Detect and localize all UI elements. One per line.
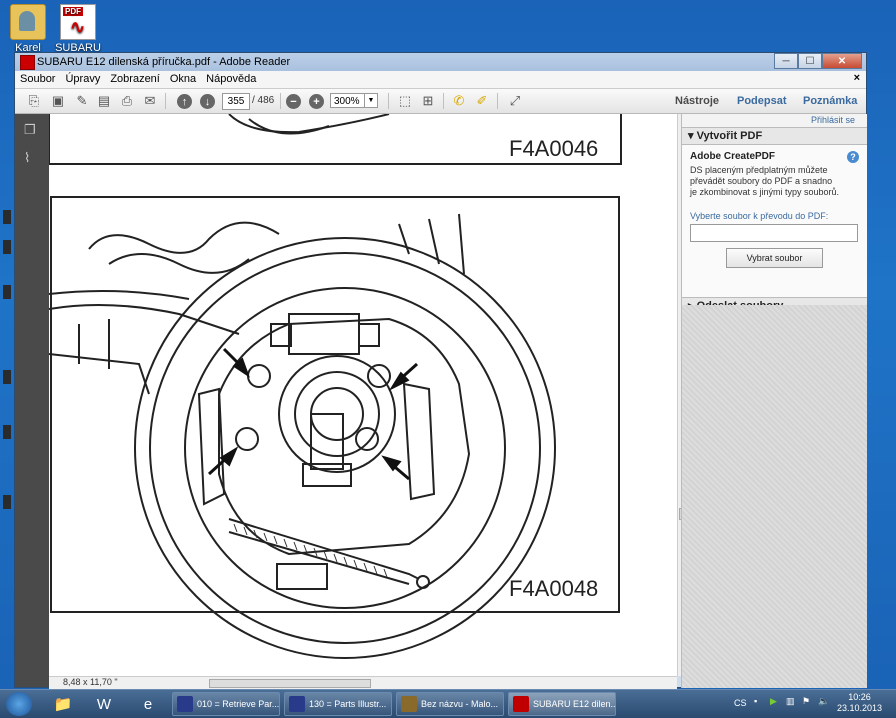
- close-button[interactable]: ✕: [822, 53, 862, 69]
- figure-label-bottom: F4A0048: [509, 576, 598, 601]
- user-folder-icon: [10, 4, 46, 40]
- taskbar: 📁 W e 010 = Retrieve Par... 130 = Parts …: [0, 689, 896, 718]
- flag-icon[interactable]: ⚑: [802, 696, 810, 707]
- horizontal-scrollbar[interactable]: [209, 679, 371, 688]
- page-number-input[interactable]: 355: [222, 93, 250, 110]
- task-adobe-reader[interactable]: SUBARU E12 dilen...: [508, 692, 616, 716]
- tools-pane: Přihlásit se ▾ Vytvořit PDF ? Adobe Crea…: [681, 114, 867, 688]
- select-file-button[interactable]: Vybrat soubor: [726, 248, 823, 268]
- fit-page-icon[interactable]: ⬚: [396, 92, 414, 110]
- volume-icon[interactable]: 🔈: [818, 696, 829, 707]
- desktop-edge-icons: [0, 210, 14, 520]
- chevron-down-icon: ▾: [688, 130, 697, 142]
- chevron-down-icon: ▼: [364, 94, 377, 107]
- adobe-reader-icon: [20, 55, 35, 70]
- previous-page-icon[interactable]: ↑: [177, 94, 192, 109]
- menu-bar: Soubor Úpravy Zobrazení Okna Nápověda ×: [15, 71, 866, 89]
- toolbar: ⎘ ▣ ✎ ▤ ⎙ ✉ ↑ ↓ 355 / 486 − + 300% ▼ ⬚ ⊞…: [15, 89, 866, 114]
- create-pdf-icon[interactable]: ⎘: [25, 92, 43, 110]
- explorer-icon[interactable]: 📁: [45, 692, 81, 716]
- app-icon: [289, 696, 305, 712]
- clock[interactable]: 10:26 23.10.2013: [837, 692, 882, 714]
- attachment-icon[interactable]: ⌇: [24, 150, 38, 165]
- task-retrieve-parts[interactable]: 010 = Retrieve Par...: [172, 692, 280, 716]
- page-total: / 486: [252, 95, 275, 106]
- tray-icon[interactable]: ▪: [754, 696, 757, 706]
- desktop-icon-karel[interactable]: Karel: [0, 4, 56, 54]
- comment-link[interactable]: Poznámka: [803, 95, 857, 107]
- system-tray: CS ▪ ▶ ▥ ⚑ 🔈 10:26 23.10.2013: [726, 690, 896, 718]
- brake-drum-drawing: F4A0046 F4A0048: [49, 114, 622, 659]
- paint-icon: [401, 696, 417, 712]
- title-bar[interactable]: SUBARU E12 dilenská příručka.pdf - Adobe…: [15, 53, 866, 71]
- comment-icon[interactable]: ✆: [450, 92, 468, 110]
- sign-in-link[interactable]: Přihlásit se: [682, 114, 867, 127]
- createpdf-title: Adobe CreatePDF: [690, 151, 776, 162]
- print-icon[interactable]: ⎙: [118, 92, 136, 110]
- nvidia-icon[interactable]: ▶: [770, 696, 777, 707]
- next-page-icon[interactable]: ↓: [200, 94, 215, 109]
- pdf-file-icon: PDF ∿: [60, 4, 96, 40]
- network-icon[interactable]: ▥: [786, 696, 795, 707]
- page-size: 8,48 x 11,70 ": [63, 677, 118, 687]
- edit-icon[interactable]: ✎: [73, 92, 91, 110]
- save-icon[interactable]: ▤: [95, 92, 113, 110]
- document-view[interactable]: F4A0046 F4A0048: [49, 114, 677, 676]
- createpdf-description: DS placeným předplatným můžete převádět …: [690, 165, 840, 197]
- pdf-icon: [513, 696, 529, 712]
- pages-icon[interactable]: ❐: [24, 122, 38, 137]
- minimize-button[interactable]: ─: [774, 53, 798, 69]
- help-icon[interactable]: ?: [847, 151, 859, 163]
- tools-link[interactable]: Nástroje: [675, 95, 719, 107]
- sign-link[interactable]: Podepsat: [737, 95, 787, 107]
- internet-explorer-icon[interactable]: e: [130, 692, 166, 716]
- zoom-select[interactable]: 300% ▼: [330, 93, 378, 108]
- highlight-icon[interactable]: ✐: [473, 92, 491, 110]
- menu-upravy[interactable]: Úpravy: [60, 71, 105, 87]
- email-icon[interactable]: ✉: [141, 92, 159, 110]
- start-button[interactable]: [6, 692, 32, 716]
- file-select-label: Vyberte soubor k převodu do PDF:: [690, 211, 829, 221]
- menu-zobrazeni[interactable]: Zobrazení: [105, 71, 165, 87]
- menu-soubor[interactable]: Soubor: [15, 71, 60, 87]
- zoom-in-icon[interactable]: +: [309, 94, 324, 109]
- window-title: SUBARU E12 dilenská příručka.pdf - Adobe…: [37, 56, 291, 68]
- task-paint[interactable]: Bez názvu - Malo...: [396, 692, 504, 716]
- language-indicator[interactable]: CS: [734, 698, 747, 708]
- panel-empty-area: [682, 305, 867, 688]
- app-icon: [177, 696, 193, 712]
- create-pdf-header[interactable]: ▾ Vytvořit PDF: [682, 127, 867, 145]
- maximize-button[interactable]: ☐: [798, 53, 822, 69]
- word-icon[interactable]: W: [86, 692, 122, 716]
- fullscreen-icon[interactable]: ⤢: [506, 92, 524, 110]
- close-document-button[interactable]: ×: [854, 72, 860, 84]
- figure-label-top: F4A0046: [509, 136, 598, 161]
- fit-width-icon[interactable]: ⊞: [419, 92, 437, 110]
- convert-icon[interactable]: ▣: [49, 92, 67, 110]
- menu-napoveda[interactable]: Nápověda: [201, 71, 261, 87]
- menu-okna[interactable]: Okna: [165, 71, 201, 87]
- create-pdf-panel: ? Adobe CreatePDF DS placeným předplatný…: [682, 145, 867, 297]
- navigation-pane: ❐ ⌇: [15, 114, 49, 687]
- task-parts-illustration[interactable]: 130 = Parts Illustr...: [284, 692, 392, 716]
- status-bar: 8,48 x 11,70 ": [49, 676, 677, 689]
- adobe-reader-window: SUBARU E12 dilenská příručka.pdf - Adobe…: [14, 52, 867, 689]
- zoom-out-icon[interactable]: −: [286, 94, 301, 109]
- file-select-input[interactable]: [690, 224, 858, 242]
